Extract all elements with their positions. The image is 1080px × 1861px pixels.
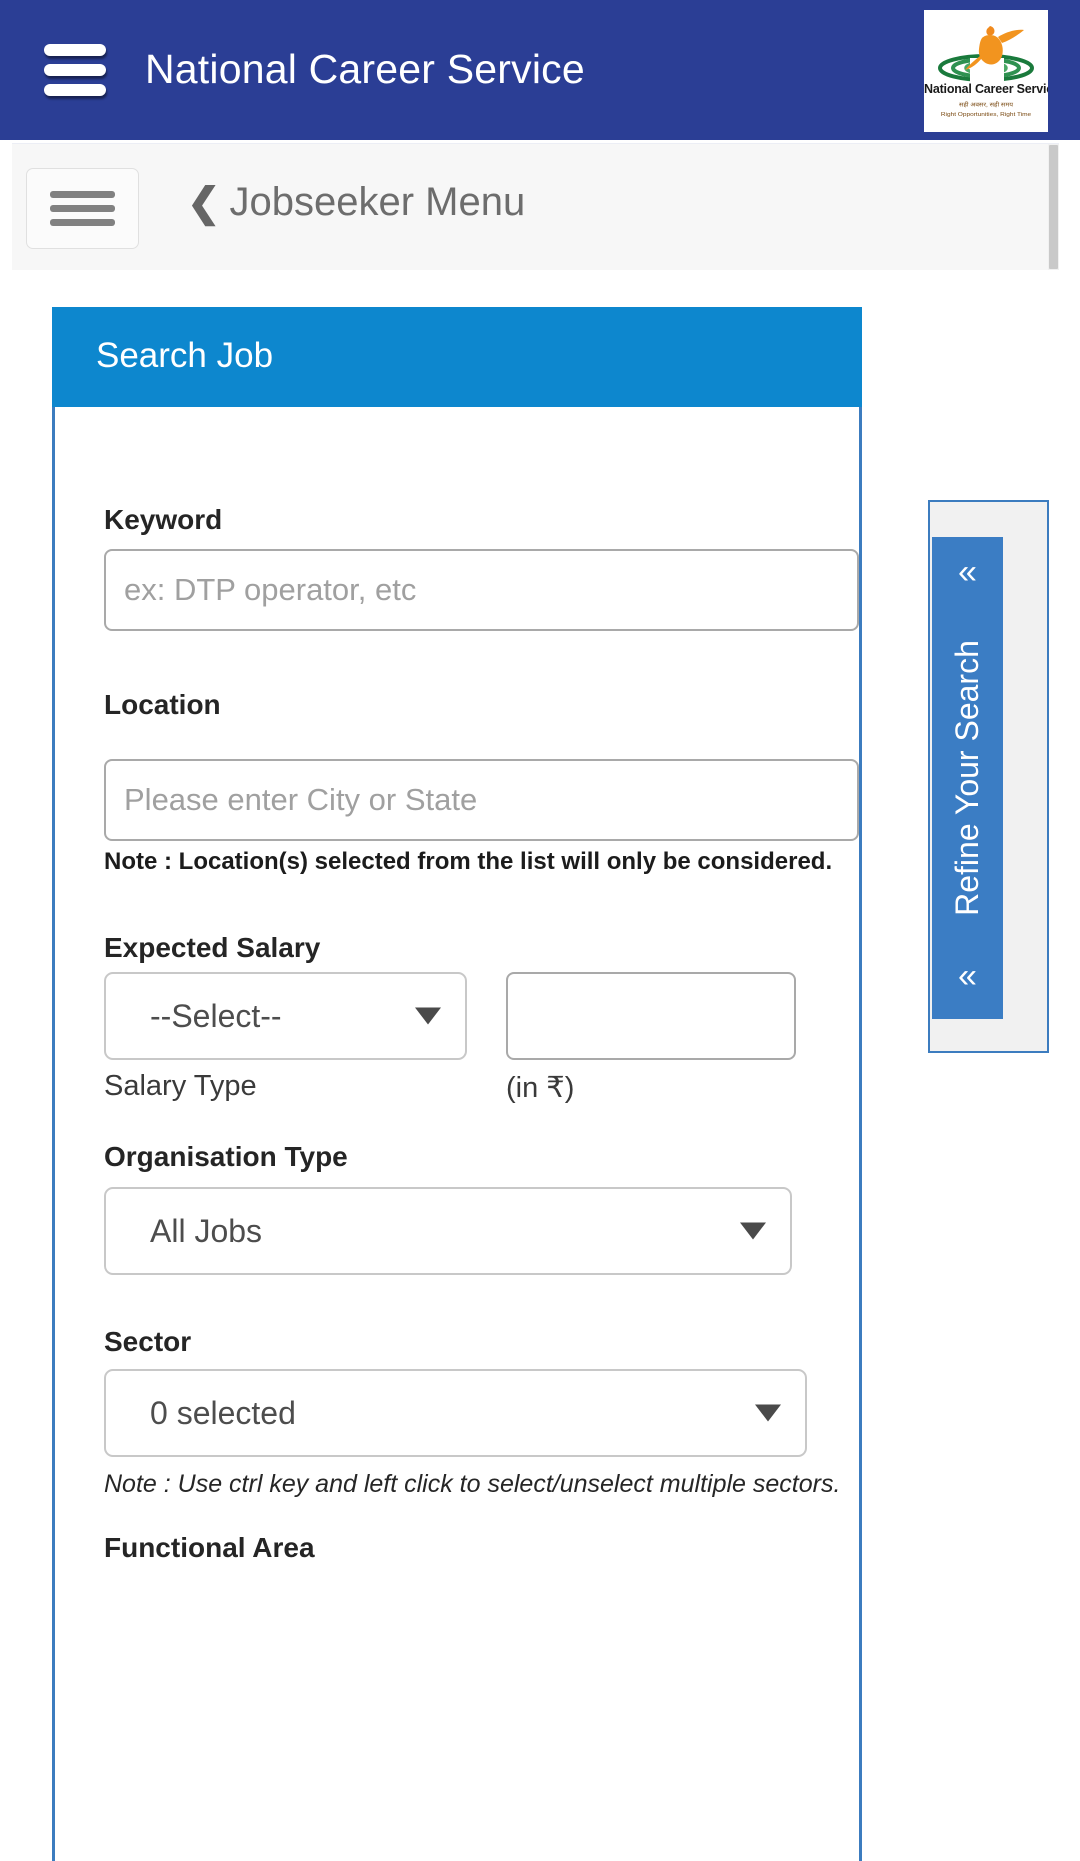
refine-your-search-panel: « Refine Your Search «	[928, 500, 1049, 1053]
logo-tagline-hindi: सही अवसर, सही समय	[959, 102, 1013, 109]
sector-value: 0 selected	[150, 1394, 296, 1431]
page-title: Search Job	[96, 336, 274, 375]
search-job-header: Search Job	[52, 307, 862, 407]
organisation-type-group: Organisation Type	[104, 1141, 348, 1173]
jobseeker-menu-link[interactable]: ❮ Jobseeker Menu	[187, 180, 525, 225]
ncs-logo: National Career Service सही अवसर, सही सम…	[924, 10, 1048, 132]
chevron-down-icon	[755, 1404, 781, 1422]
chevron-left-icon: ❮	[187, 180, 221, 225]
hamburger-bar	[50, 205, 115, 212]
menu-scrollbar[interactable]	[1048, 144, 1059, 270]
sidebar-toggle-button[interactable]	[26, 168, 139, 249]
salary-type-select[interactable]: --Select--	[104, 972, 467, 1060]
chevron-down-icon	[740, 1222, 766, 1240]
organisation-type-label: Organisation Type	[104, 1141, 348, 1172]
organisation-type-select[interactable]: All Jobs	[104, 1187, 792, 1275]
refine-your-search-label: Refine Your Search	[949, 640, 985, 916]
menu-scrollbar-thumb[interactable]	[1049, 145, 1058, 269]
logo-emblem-icon	[938, 26, 1034, 82]
sector-label: Sector	[104, 1326, 192, 1357]
keyword-field-group: Keyword	[104, 504, 222, 536]
salary-type-caption: Salary Type	[104, 1070, 257, 1102]
app-header: National Career Service National Career …	[0, 0, 1080, 140]
expected-salary-label: Expected Salary	[104, 932, 321, 963]
salary-type-value: --Select--	[150, 997, 282, 1034]
hamburger-bar	[50, 219, 115, 226]
location-label: Location	[104, 689, 221, 720]
search-job-card: Search Job Keyword Location Note : Locat…	[52, 307, 862, 1861]
logo-tagline-english: Right Opportunities, Right Time	[940, 111, 1032, 118]
functional-area-group: Functional Area	[104, 1532, 315, 1564]
chevron-double-left-icon: «	[958, 957, 977, 995]
hamburger-icon[interactable]	[44, 44, 106, 96]
location-note: Note : Location(s) selected from the lis…	[104, 848, 833, 875]
logo-name: National Career Service	[924, 82, 1048, 96]
hamburger-bar	[44, 64, 106, 76]
chevron-down-icon	[415, 1007, 441, 1025]
functional-area-label: Functional Area	[104, 1532, 315, 1563]
keyword-label: Keyword	[104, 504, 223, 535]
location-field-group: Location	[104, 689, 221, 721]
hamburger-bar	[44, 44, 106, 56]
sector-group: Sector	[104, 1326, 191, 1358]
app-title: National Career Service	[145, 46, 585, 92]
sector-select[interactable]: 0 selected	[104, 1369, 807, 1457]
salary-amount-caption: (in ₹)	[506, 1072, 575, 1104]
sector-note: Note : Use ctrl key and left click to se…	[104, 1470, 841, 1498]
search-job-form: Keyword Location Note : Location(s) sele…	[55, 407, 859, 1563]
refine-your-search-tab[interactable]: « Refine Your Search «	[932, 537, 1003, 1019]
expected-salary-group: Expected Salary	[104, 932, 320, 964]
organisation-type-value: All Jobs	[150, 1212, 263, 1249]
jobseeker-menu-label: Jobseeker Menu	[229, 180, 526, 224]
location-input[interactable]	[104, 759, 859, 841]
keyword-input[interactable]	[104, 549, 859, 631]
jobseeker-menu-bar: ❮ Jobseeker Menu	[12, 143, 1059, 270]
salary-amount-input[interactable]	[506, 972, 796, 1060]
hamburger-bar	[50, 191, 115, 198]
hamburger-bar	[44, 84, 106, 96]
